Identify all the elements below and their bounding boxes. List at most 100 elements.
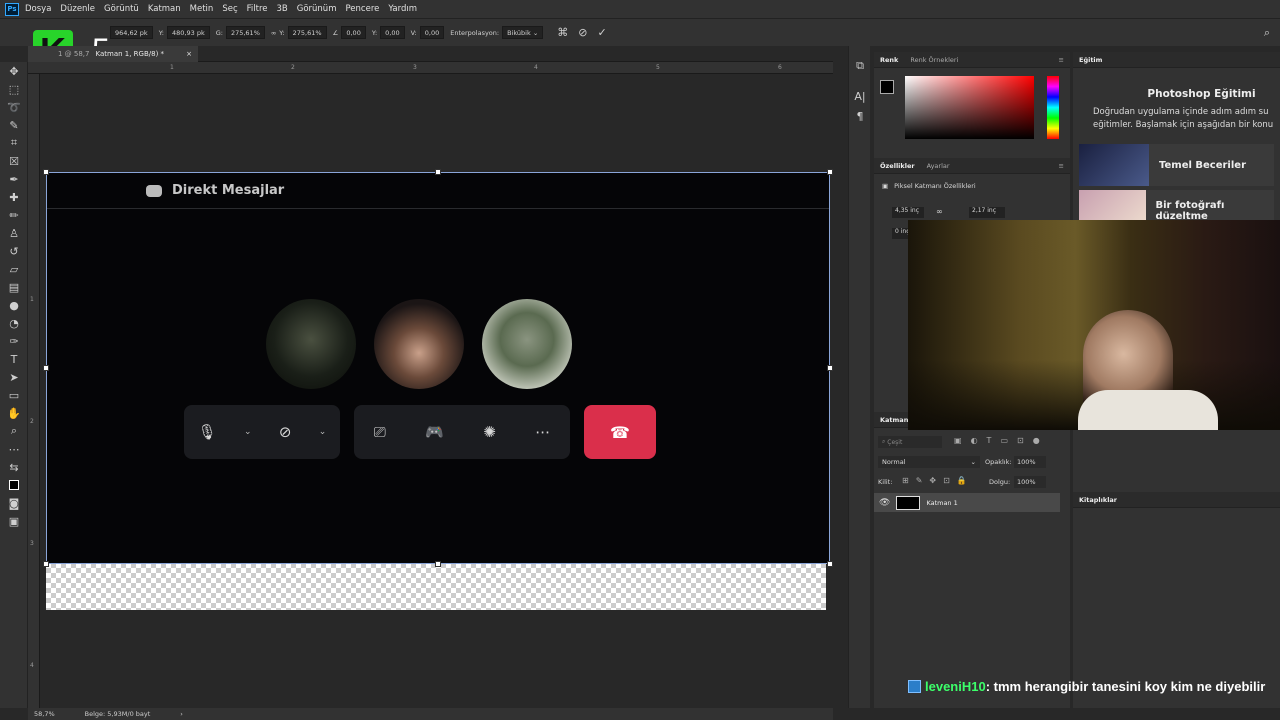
visibility-eye-icon[interactable]: 👁 <box>879 498 890 508</box>
close-tab-icon[interactable]: × <box>186 50 192 58</box>
type-tool-icon[interactable]: T <box>0 350 28 368</box>
healing-brush-tool-icon[interactable]: ✚ <box>0 188 28 206</box>
lock-paint-icon[interactable]: ✎ <box>916 476 923 485</box>
vskew-field[interactable]: 0,00 <box>419 26 445 39</box>
menu-gorunum[interactable]: Görünüm <box>297 4 337 14</box>
blur-tool-icon[interactable]: ● <box>0 296 28 314</box>
swap-colors-icon[interactable]: ⇆ <box>0 458 28 476</box>
hue-slider[interactable] <box>1047 76 1059 139</box>
quick-mask-icon[interactable]: ◙ <box>0 494 28 512</box>
move-tool-icon[interactable]: ✥ <box>0 62 28 80</box>
link-icon[interactable]: ∞ <box>271 29 276 37</box>
learn-item-basic-skills[interactable]: Temel Beceriler <box>1079 144 1274 186</box>
pen-tool-icon[interactable]: ✑ <box>0 332 28 350</box>
menu-goruntu[interactable]: Görüntü <box>104 4 139 14</box>
menu-3b[interactable]: 3B <box>277 4 288 14</box>
document-tab[interactable]: 1 @ 58,7 Katman 1, RGB/8) * × <box>28 46 198 62</box>
tab-egitim[interactable]: Eğitim <box>1073 56 1108 64</box>
x-position-field[interactable]: 964,62 pk <box>110 26 153 39</box>
lock-transparent-icon[interactable]: ⊞ <box>902 476 909 485</box>
menu-sec[interactable]: Seç <box>222 4 237 14</box>
screen-mode-icon[interactable]: ▣ <box>0 512 28 530</box>
opacity-field[interactable]: 100% <box>1014 456 1046 468</box>
brush-tool-icon[interactable]: ✏ <box>0 206 28 224</box>
color-swatches-icon[interactable] <box>0 476 28 494</box>
chevron-right-icon[interactable]: › <box>180 710 183 718</box>
transform-handle[interactable] <box>43 169 49 175</box>
width-field[interactable]: 275,61% <box>225 26 265 39</box>
history-brush-tool-icon[interactable]: ↺ <box>0 242 28 260</box>
transform-handle[interactable] <box>43 561 49 567</box>
more-tools-icon[interactable]: ⋯ <box>0 440 28 458</box>
menu-pencere[interactable]: Pencere <box>345 4 379 14</box>
commit-transform-icon[interactable]: ✓ <box>597 26 606 39</box>
lock-move-icon[interactable]: ✥ <box>929 476 936 485</box>
tab-renk-ornekleri[interactable]: Renk Örnekleri <box>904 56 964 64</box>
menu-filtre[interactable]: Filtre <box>247 4 268 14</box>
layer-row[interactable]: 👁 Katman 1 <box>874 493 1060 512</box>
lock-all-icon[interactable]: 🔒 <box>957 476 967 485</box>
history-panel-icon[interactable]: ⧉ <box>849 56 871 76</box>
character-panel-icon[interactable]: A| <box>849 86 871 106</box>
tab-katmanlar[interactable]: Katmanlar <box>874 416 908 424</box>
gradient-tool-icon[interactable]: ▤ <box>0 278 28 296</box>
tab-ayarlar[interactable]: Ayarlar <box>921 162 956 170</box>
rectangle-tool-icon[interactable]: ▭ <box>0 386 28 404</box>
zoom-level[interactable]: 58,7% <box>34 710 55 718</box>
menu-metin[interactable]: Metin <box>190 4 214 14</box>
filter-toggle-icon[interactable]: ● <box>1033 436 1040 445</box>
lasso-tool-icon[interactable]: ➰ <box>0 98 28 116</box>
properties-height-field[interactable]: 2,17 inç <box>969 207 1005 218</box>
filter-type-icon[interactable]: T <box>987 436 992 445</box>
warp-icon[interactable]: ⌘ <box>557 26 568 39</box>
frame-tool-icon[interactable]: ☒ <box>0 152 28 170</box>
transform-handle[interactable] <box>435 169 441 175</box>
dodge-tool-icon[interactable]: ◔ <box>0 314 28 332</box>
hand-tool-icon[interactable]: ✋ <box>0 404 28 422</box>
eyedropper-tool-icon[interactable]: ✒ <box>0 170 28 188</box>
transform-bounding-box[interactable] <box>43 169 833 567</box>
eraser-tool-icon[interactable]: ▱ <box>0 260 28 278</box>
filter-smart-icon[interactable]: ⊡ <box>1017 436 1024 445</box>
transform-handle[interactable] <box>827 561 833 567</box>
crop-tool-icon[interactable]: ⌗ <box>0 134 28 152</box>
layer-name[interactable]: Katman 1 <box>926 499 957 507</box>
lock-artboard-icon[interactable]: ⊡ <box>943 476 950 485</box>
angle-field[interactable]: 0,00 <box>341 26 366 39</box>
panel-menu-icon[interactable]: ≡ <box>1053 162 1070 170</box>
menu-katman[interactable]: Katman <box>148 4 181 14</box>
zoom-tool-icon[interactable]: ⌕ <box>0 422 28 440</box>
y-position-field[interactable]: 480,93 pk <box>167 26 210 39</box>
marquee-tool-icon[interactable]: ⬚ <box>0 80 28 98</box>
menu-yardim[interactable]: Yardım <box>388 4 417 14</box>
height-field[interactable]: 275,61% <box>287 26 327 39</box>
filter-shape-icon[interactable]: ▭ <box>1000 436 1008 445</box>
filter-adjustment-icon[interactable]: ◐ <box>971 436 978 445</box>
panel-menu-icon[interactable]: ≡ <box>1053 56 1070 64</box>
tab-ozellikler[interactable]: Özellikler <box>874 162 921 170</box>
menu-dosya[interactable]: Dosya <box>25 4 51 14</box>
fill-field[interactable]: 100% <box>1014 476 1046 488</box>
interpolation-select[interactable]: Bikübik ⌄ <box>502 26 544 39</box>
properties-width-field[interactable]: 4,35 inç <box>892 207 924 218</box>
tab-renk[interactable]: Renk <box>874 56 904 64</box>
foreground-color-swatch[interactable] <box>880 80 894 94</box>
cancel-transform-icon[interactable]: ⊘ <box>578 26 587 39</box>
transform-handle[interactable] <box>827 365 833 371</box>
quick-select-tool-icon[interactable]: ✎ <box>0 116 28 134</box>
filter-pixel-icon[interactable]: ▣ <box>954 436 962 445</box>
transform-handle[interactable] <box>43 365 49 371</box>
menu-duzenle[interactable]: Düzenle <box>60 4 95 14</box>
layer-filter-select[interactable]: ⌕ Çeşit <box>878 436 942 448</box>
transform-handle[interactable] <box>435 561 441 567</box>
color-field[interactable] <box>905 76 1034 139</box>
transform-handle[interactable] <box>827 169 833 175</box>
hskew-field[interactable]: 0,00 <box>380 26 405 39</box>
paragraph-panel-icon[interactable]: ¶ <box>849 106 871 126</box>
blend-mode-select[interactable]: Normal ⌄ <box>878 456 980 468</box>
clone-stamp-tool-icon[interactable]: ♙ <box>0 224 28 242</box>
link-icon[interactable]: ∞ <box>936 207 943 216</box>
search-icon[interactable]: ⌕ <box>1264 26 1270 40</box>
path-select-tool-icon[interactable]: ➤ <box>0 368 28 386</box>
tab-kitapliklar[interactable]: Kitaplıklar <box>1073 496 1123 504</box>
